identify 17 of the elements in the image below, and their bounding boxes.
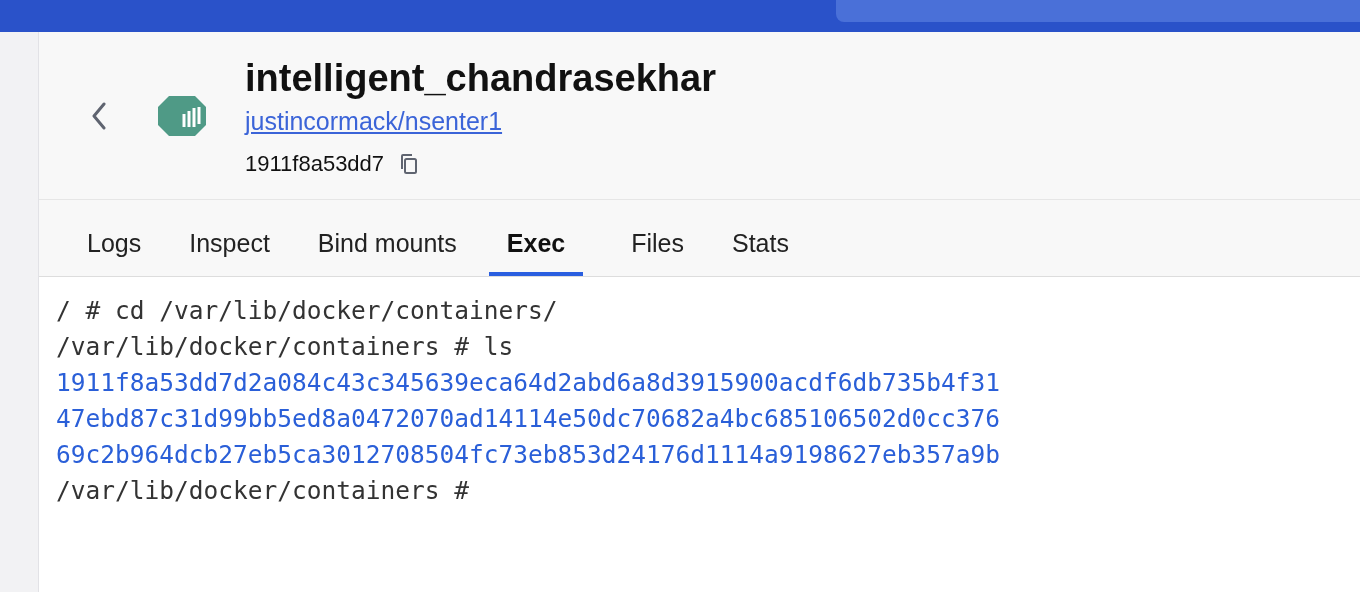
- tab[interactable]: Inspect: [189, 229, 270, 276]
- directory-name: 47ebd87c31d99bb5ed8a0472070ad14114e50dc70682a4bc685106502d0cc376: [56, 403, 1000, 435]
- tab[interactable]: Logs: [87, 229, 142, 276]
- terminal-line: /var/lib/docker/containers # ls: [56, 331, 514, 363]
- terminal-line: /var/lib/docker/containers #: [56, 475, 469, 507]
- tab[interactable]: Bind mounts: [317, 229, 457, 276]
- back-icon[interactable]: [91, 101, 107, 130]
- container-icon: [157, 93, 207, 138]
- directory-name: 69c2b964dcb27eb5ca3012708504fc73eb853d24176d1114a9198627eb357a9b: [56, 439, 1000, 471]
- tab[interactable]: Stats: [732, 229, 789, 276]
- image-link[interactable]: justincormack/nsenter1: [245, 104, 503, 137]
- container-name: intelligent_chandrasekhar: [245, 55, 716, 101]
- tab[interactable]: Files: [631, 229, 684, 276]
- directory-name: 1911f8a53dd7d2a084c43c345639eca64d2abd6a8d3915900acdf6db735b4f31: [56, 367, 1000, 399]
- terminal-line: / # cd /var/lib/docker/containers/: [56, 295, 558, 327]
- copy-icon[interactable]: [400, 152, 419, 175]
- container-id: 1911f8a53dd7: [245, 150, 385, 177]
